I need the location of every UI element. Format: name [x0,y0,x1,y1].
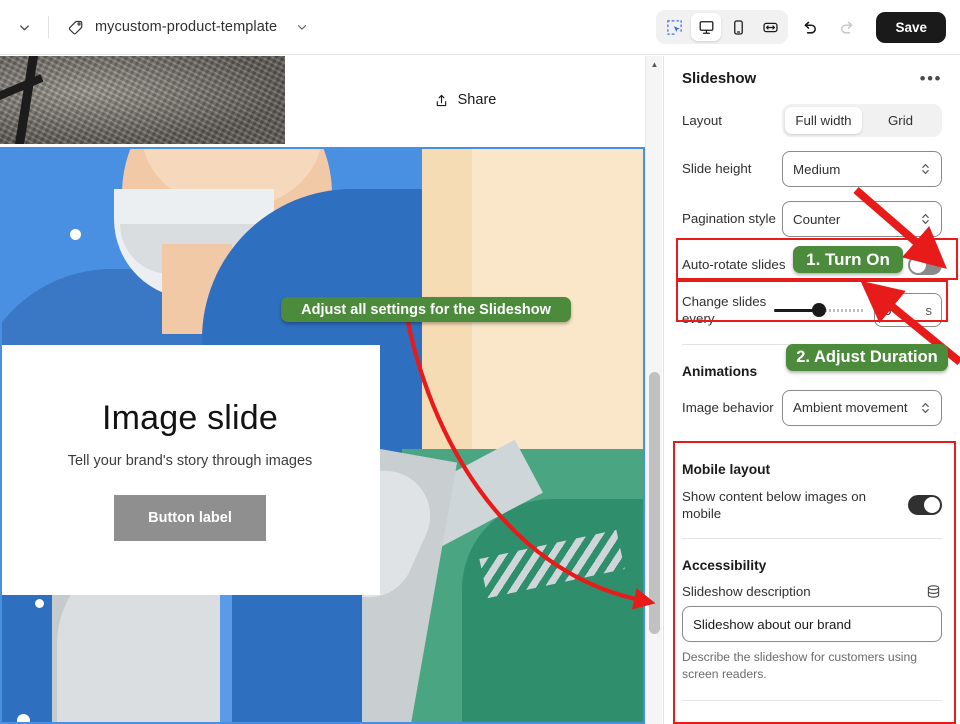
slideshow-description-label: Slideshow description [682,584,811,600]
slide-height-select[interactable]: Medium [782,151,942,187]
slide-height-label: Slide height [682,161,752,177]
duration-unit: s [925,302,932,318]
illo-dark-left [2,579,52,722]
device-preview-group [656,10,789,44]
slideshow-description-input[interactable]: Slideshow about our brand [682,606,942,643]
template-name: mycustom-product-template [95,19,278,35]
image-behavior-value: Ambient movement [793,400,908,416]
slide-text-card: Image slide Tell your brand's story thro… [2,345,380,595]
slideshow-description-value: Slideshow about our brand [693,616,852,632]
slideshow-description-help: Describe the slideshow for customers usi… [682,650,918,682]
accessibility-section-title: Accessibility [682,558,767,574]
show-content-below-label: Show content below images on mobile [682,488,867,521]
theme-settings-row[interactable]: Theme Settings [664,710,960,724]
duration-slider[interactable] [774,302,864,318]
share-icon [436,94,446,106]
row-image-behavior: Image behavior Ambient movement [664,383,960,433]
show-content-below-toggle[interactable] [908,494,942,515]
photo-texture [0,56,285,144]
redo-icon [830,11,864,43]
row-layout: Layout Full width Grid [664,97,960,144]
panel-header: Slideshow ••• [664,56,960,97]
change-slides-every-label: Change slides every [682,294,767,327]
share-section: Share [285,56,645,144]
row-show-content-below: Show content below images on mobile [664,481,960,530]
slide-dot-3 [17,714,30,722]
row-auto-rotate: Auto-rotate slides [664,244,960,286]
slide-dot-1 [70,229,81,240]
share-button[interactable]: Share [434,92,497,108]
pagination-style-select[interactable]: Counter [782,201,942,237]
layout-label: Layout [682,112,722,128]
toggle-knob [924,496,940,513]
chevron-updown-icon [920,400,931,416]
layout-option-grid[interactable]: Grid [862,107,939,134]
top-toolbar: mycustom-product-template Save [0,0,960,55]
tag-icon [67,18,85,36]
back-chevron-icon[interactable] [0,0,48,55]
toolbar-right-group: Save [656,10,960,44]
scroll-up-arrow-icon[interactable]: ▲ [646,60,663,69]
preview-canvas: Share Image slide Tell your brand's stor… [0,56,645,724]
toolbar-divider [48,16,49,38]
chevron-updown-icon [920,161,931,177]
fullscreen-preview-icon[interactable] [755,13,785,41]
app-root: mycustom-product-template Save Share Ima… [0,0,960,724]
row-pagination-style: Pagination style Counter [664,194,960,244]
image-behavior-select[interactable]: Ambient movement [782,389,942,426]
panel-divider-4 [682,699,942,701]
slide-heading: Image slide [101,399,279,437]
slide-height-value: Medium [793,161,841,177]
chevron-updown-icon [920,211,931,227]
undo-icon[interactable] [792,11,826,43]
layout-option-full-width[interactable]: Full width [785,107,862,134]
panel-divider-2 [682,441,942,443]
panel-divider-3 [682,538,942,540]
template-chevron-down-icon[interactable] [295,20,309,34]
metafield-database-icon[interactable] [925,583,942,600]
preview-scrollbar[interactable]: ▲ [645,56,662,724]
pagination-style-label: Pagination style [682,211,776,227]
slide-subheading: Tell your brand's story through images [67,453,313,469]
preview-photo-image [0,56,285,144]
desktop-preview-icon[interactable] [691,13,722,41]
mobile-preview-icon[interactable] [723,13,753,41]
slideshow-description-row: Slideshow description [664,577,960,604]
auto-rotate-label: Auto-rotate slides [682,257,786,273]
slider-fill [774,309,818,313]
scrollbar-thumb[interactable] [649,372,660,634]
panel-title: Slideshow [682,70,757,87]
slideshow-slide[interactable]: Image slide Tell your brand's story thro… [0,147,645,724]
auto-rotate-toggle[interactable] [908,255,942,275]
layout-segmented-control: Full width Grid [782,104,942,137]
mobile-layout-section-title: Mobile layout [682,461,771,477]
settings-panel: Slideshow ••• Layout Full width Grid Sli… [663,56,960,724]
share-label: Share [457,92,497,108]
duration-control: 5 s [774,293,942,328]
row-change-slides-every: Change slides every 5 s [664,286,960,335]
save-button[interactable]: Save [876,11,946,43]
panel-divider-1 [682,343,942,345]
illo-wall-tan-light [472,149,643,469]
slide-cta-button[interactable]: Button label [114,495,266,541]
row-slide-height: Slide height Medium [664,144,960,194]
slide-dot-2 [35,599,44,608]
select-tool-icon[interactable] [659,13,689,41]
pagination-style-value: Counter [793,211,841,227]
template-selector[interactable]: mycustom-product-template [67,18,309,36]
panel-more-menu-icon[interactable]: ••• [920,70,942,87]
duration-value: 5 [884,302,892,318]
animations-section-title: Animations [682,363,758,379]
duration-input[interactable]: 5 s [874,293,942,328]
image-behavior-label: Image behavior [682,399,774,415]
toggle-knob [910,257,926,273]
slider-knob[interactable] [811,303,826,318]
